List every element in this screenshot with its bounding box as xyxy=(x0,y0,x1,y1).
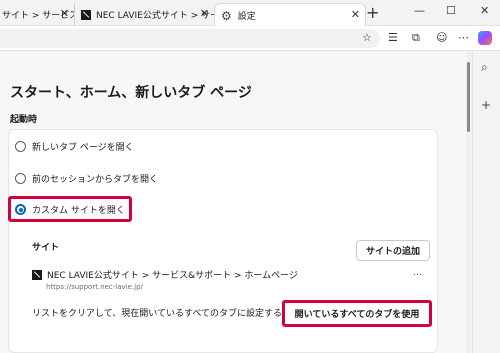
address-bar[interactable] xyxy=(0,29,380,48)
tab-2-close-icon[interactable]: ✕ xyxy=(200,7,209,20)
option-new-tab[interactable]: 新しいタブ ページを開く xyxy=(15,140,134,153)
minimize-icon[interactable]: — xyxy=(414,4,425,17)
option-new-tab-label: 新しいタブ ページを開く xyxy=(32,143,134,153)
tab-1[interactable]: サイト > サービス& ✕ xyxy=(0,3,74,26)
highlight-custom-sites xyxy=(8,196,132,222)
tab-1-close-icon[interactable]: ✕ xyxy=(60,7,69,20)
favorite-star-icon[interactable]: ☆ xyxy=(362,31,372,44)
tab-3-title: 設定 xyxy=(237,12,256,22)
add-icon[interactable]: + xyxy=(481,98,491,112)
window-close-icon[interactable]: ✕ xyxy=(480,4,489,17)
site-more-icon[interactable]: … xyxy=(413,268,422,278)
copilot-icon[interactable] xyxy=(478,31,492,45)
favorites-list-icon[interactable]: ☰ xyxy=(388,31,398,44)
collections-icon[interactable]: ⧉ xyxy=(412,31,420,45)
site-list-item: NEC LAVIE公式サイト > サービス&サポート > ホームページ xyxy=(32,268,298,281)
site-url: https://support.nec-lavie.jp/ xyxy=(46,283,143,291)
tab-2-title: NEC LAVIE公式サイト > サービス& xyxy=(96,11,214,21)
tab-settings[interactable]: ⚙ 設定 ✕ xyxy=(214,3,366,27)
option-previous-session-label: 前のセッションからタブを開く xyxy=(32,175,159,185)
new-tab-icon[interactable]: + xyxy=(366,3,379,22)
nec-logo-icon xyxy=(81,9,91,20)
search-icon[interactable]: ⌕ xyxy=(481,60,488,75)
profile-icon[interactable]: ☺ xyxy=(436,31,447,44)
tab-2[interactable]: NEC LAVIE公式サイト > サービス& ✕ xyxy=(74,3,214,26)
site-favicon-icon xyxy=(32,269,42,280)
gear-icon: ⚙ xyxy=(221,8,232,23)
radio-previous-session[interactable] xyxy=(15,173,26,184)
option-previous-session[interactable]: 前のセッションからタブを開く xyxy=(15,172,158,185)
use-open-tabs-button[interactable]: 開いているすべてのタブを使用 xyxy=(282,300,432,327)
right-sidebar: ⌕ + xyxy=(472,52,500,353)
page-title: スタート、ホーム、新しいタブ ページ xyxy=(10,85,252,101)
clear-and-use-open-tabs-text: リストをクリアして、現在開いているすべてのタブに設定する xyxy=(32,309,283,319)
site-name: NEC LAVIE公式サイト > サービス&サポート > ホームページ xyxy=(47,271,298,281)
maximize-icon[interactable]: ☐ xyxy=(446,4,456,17)
tab-3-close-icon[interactable]: ✕ xyxy=(351,8,360,21)
add-site-button[interactable]: サイトの追加 xyxy=(356,240,430,261)
scrollbar-thumb[interactable] xyxy=(467,62,470,132)
more-icon[interactable]: ⋯ xyxy=(458,31,469,44)
sites-heading: サイト xyxy=(32,243,60,253)
radio-new-tab[interactable] xyxy=(15,141,26,152)
tab-strip: サイト > サービス& ✕ NEC LAVIE公式サイト > サービス& ✕ ⚙… xyxy=(0,0,500,27)
address-bar-row: ☆ ☰ ⧉ ☺ ⋯ xyxy=(0,26,500,51)
startup-heading: 起動時 xyxy=(10,115,38,125)
